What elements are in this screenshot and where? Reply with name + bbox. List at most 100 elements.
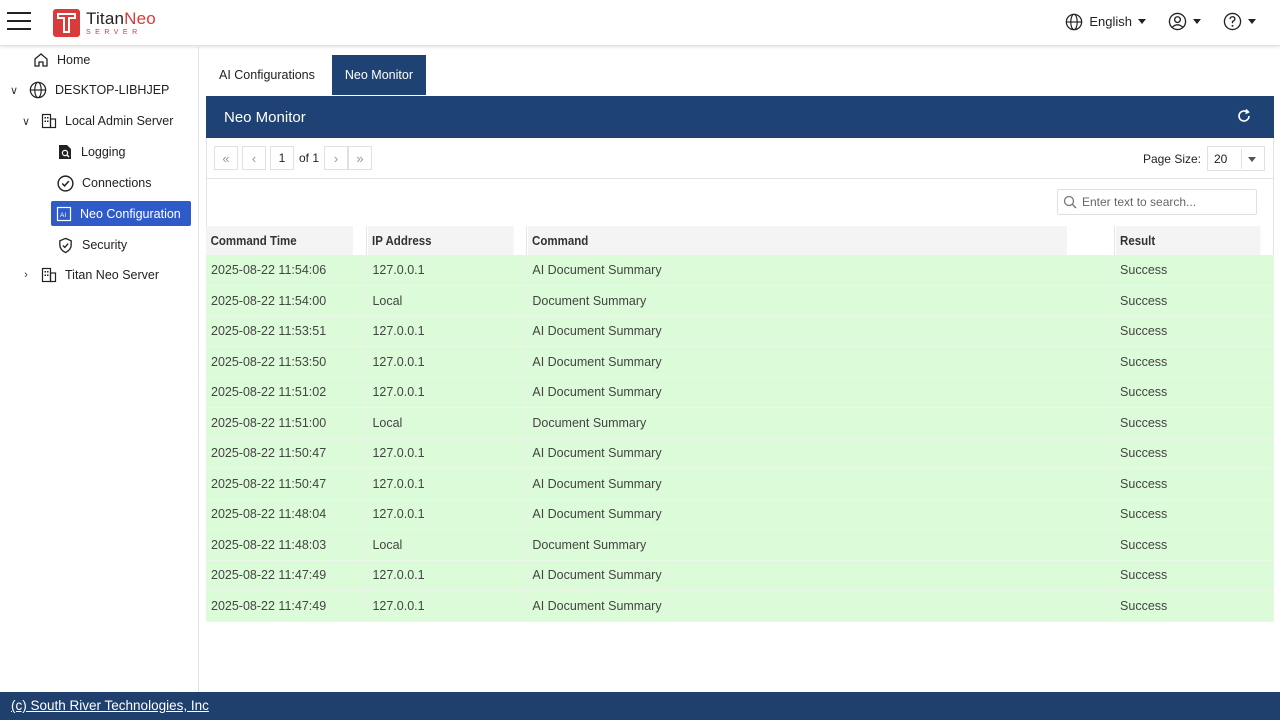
search-row [206, 179, 1274, 226]
table-cell: Document Summary [526, 407, 1116, 439]
table-cell: Local [366, 285, 528, 317]
check-circle-icon [57, 174, 74, 192]
svg-text:AI: AI [60, 212, 66, 219]
table-cell: Local [366, 407, 528, 439]
table-cell: AI Document Summary [526, 346, 1116, 378]
table-cell: 127.0.0.1 [366, 255, 528, 286]
table-cell: 127.0.0.1 [366, 590, 528, 622]
globe-icon [1066, 13, 1083, 30]
sidebar-item-desktop[interactable]: ∨ DESKTOP-LIBHJEP [7, 78, 169, 102]
sidebar-item-label: DESKTOP-LIBHJEP [55, 83, 170, 97]
table-cell: 127.0.0.1 [366, 316, 528, 347]
column-header[interactable]: IP Address [366, 226, 515, 255]
table-cell: 2025-08-22 11:48:04 [206, 499, 368, 530]
table-cell: AI Document Summary [526, 560, 1116, 591]
ai-chip-icon: AI [56, 206, 72, 221]
building-icon [41, 267, 57, 283]
table-row[interactable]: 2025-08-22 11:47:49 127.0.0.1 AI Document … [206, 560, 1274, 591]
sidebar-item-label: Home [57, 53, 91, 67]
tab-neo-monitor[interactable]: Neo Monitor [331, 55, 426, 95]
building-icon [41, 113, 57, 129]
column-header[interactable]: Result [1114, 226, 1262, 255]
table-cell: 2025-08-22 11:53:50 [206, 346, 368, 378]
table-cell: 2025-08-22 11:47:49 [206, 590, 368, 622]
page-number-input[interactable]: 1 [270, 146, 294, 170]
chevron-right-icon[interactable]: › [19, 269, 33, 281]
home-icon [34, 53, 48, 67]
help-menu[interactable] [1223, 12, 1256, 31]
table-row[interactable]: 2025-08-22 11:50:47 127.0.0.1 AI Document … [206, 468, 1274, 500]
chevron-down-icon[interactable]: ∨ [7, 84, 21, 97]
table-row[interactable]: 2025-08-22 11:54:00 Local Document Summary… [206, 285, 1274, 317]
table-cell: Local [366, 529, 528, 561]
sidebar-item-local-admin-server[interactable]: ∨ Local Admin Server [19, 109, 173, 133]
table-cell: Success [1114, 529, 1274, 561]
sidebar-item-security[interactable]: Security [57, 233, 127, 257]
shield-icon [59, 237, 72, 253]
table-row[interactable]: 2025-08-22 11:48:04 127.0.0.1 AI Document … [206, 499, 1274, 530]
table-cell: 2025-08-22 11:51:00 [206, 407, 368, 439]
pagination-bar: « ‹ 1 of 1 › » Page Size: 20 [206, 138, 1274, 179]
table-row[interactable]: 2025-08-22 11:54:06 127.0.0.1 AI Document … [206, 255, 1274, 286]
table-cell: 2025-08-22 11:47:49 [206, 560, 368, 591]
table-cell: 127.0.0.1 [366, 560, 528, 591]
sidebar-item-connections[interactable]: Connections [57, 171, 152, 195]
table-row[interactable]: 2025-08-22 11:51:02 127.0.0.1 AI Document … [206, 377, 1274, 408]
sidebar-item-label: Security [82, 238, 128, 252]
copyright-link[interactable]: (c) South River Technologies, Inc [11, 698, 209, 713]
refresh-icon[interactable] [1236, 108, 1252, 124]
table-row[interactable]: 2025-08-22 11:47:49 127.0.0.1 AI Document … [206, 590, 1274, 622]
tab-ai-configurations[interactable]: AI Configurations [206, 55, 328, 95]
table-row[interactable]: 2025-08-22 11:48:03 Local Document Summary… [206, 529, 1274, 561]
table-cell: Success [1114, 285, 1274, 317]
table-cell: 2025-08-22 11:48:03 [206, 529, 368, 561]
log-search-icon [59, 145, 71, 159]
page-size-label: Page Size: [1142, 151, 1201, 166]
table-row[interactable]: 2025-08-22 11:51:00 Local Document Summary… [206, 407, 1274, 439]
page-size-select[interactable]: 20 [1207, 146, 1265, 171]
tab-bar: AI Configurations Neo Monitor [206, 55, 426, 95]
table-cell: Success [1114, 407, 1274, 439]
table-cell: Success [1114, 590, 1274, 622]
chevron-down-icon [1193, 19, 1201, 24]
column-header[interactable]: Command [526, 226, 1068, 255]
chevron-down-icon [1138, 19, 1146, 24]
user-icon [1168, 12, 1187, 31]
sidebar-item-label: Local Admin Server [65, 114, 174, 128]
help-icon [1223, 12, 1242, 31]
monitor-table: Command Time IP Address Command Result 2… [206, 226, 1274, 622]
sidebar-item-home[interactable]: Home [33, 48, 90, 72]
chevron-down-icon [1248, 157, 1256, 162]
table-cell: 127.0.0.1 [366, 438, 528, 469]
search-input[interactable] [1082, 195, 1252, 209]
search-box[interactable] [1057, 189, 1257, 215]
menu-icon[interactable] [7, 12, 31, 32]
column-header[interactable]: Command Time [206, 226, 355, 255]
table-row[interactable]: 2025-08-22 11:53:51 127.0.0.1 AI Document … [206, 316, 1274, 347]
app-header: TitanNeo SERVER English [0, 0, 1280, 46]
panel-header: Neo Monitor [206, 96, 1274, 138]
titan-neo-logo: TitanNeo SERVER [53, 9, 156, 37]
table-cell: AI Document Summary [526, 255, 1116, 286]
chevron-down-icon[interactable]: ∨ [19, 115, 33, 128]
logo-subtitle: SERVER [86, 29, 142, 36]
table-cell: 127.0.0.1 [366, 377, 528, 408]
table-row[interactable]: 2025-08-22 11:50:47 127.0.0.1 AI Document … [206, 438, 1274, 469]
table-row[interactable]: 2025-08-22 11:53:50 127.0.0.1 AI Document … [206, 346, 1274, 378]
language-dropdown[interactable]: English [1065, 13, 1146, 31]
page-count: of 1 [299, 151, 320, 165]
prev-page-icon[interactable]: ‹ [242, 146, 266, 170]
sidebar-item-neo-configuration[interactable]: AI Neo Configuration [51, 201, 191, 226]
user-menu[interactable] [1168, 12, 1201, 31]
footer: (c) South River Technologies, Inc [0, 692, 1280, 720]
last-page-icon[interactable]: » [348, 146, 373, 170]
chevron-down-icon [1248, 19, 1256, 24]
table-cell: 2025-08-22 11:50:47 [206, 438, 368, 469]
sidebar-item-logging[interactable]: Logging [57, 140, 126, 164]
table-cell: Success [1114, 316, 1274, 347]
sidebar-item-titan-neo-server[interactable]: › Titan Neo Server [19, 263, 159, 287]
next-page-icon[interactable]: › [324, 146, 349, 170]
logo-mark-icon [53, 9, 80, 37]
table-cell: AI Document Summary [526, 438, 1116, 469]
first-page-icon[interactable]: « [214, 146, 238, 170]
